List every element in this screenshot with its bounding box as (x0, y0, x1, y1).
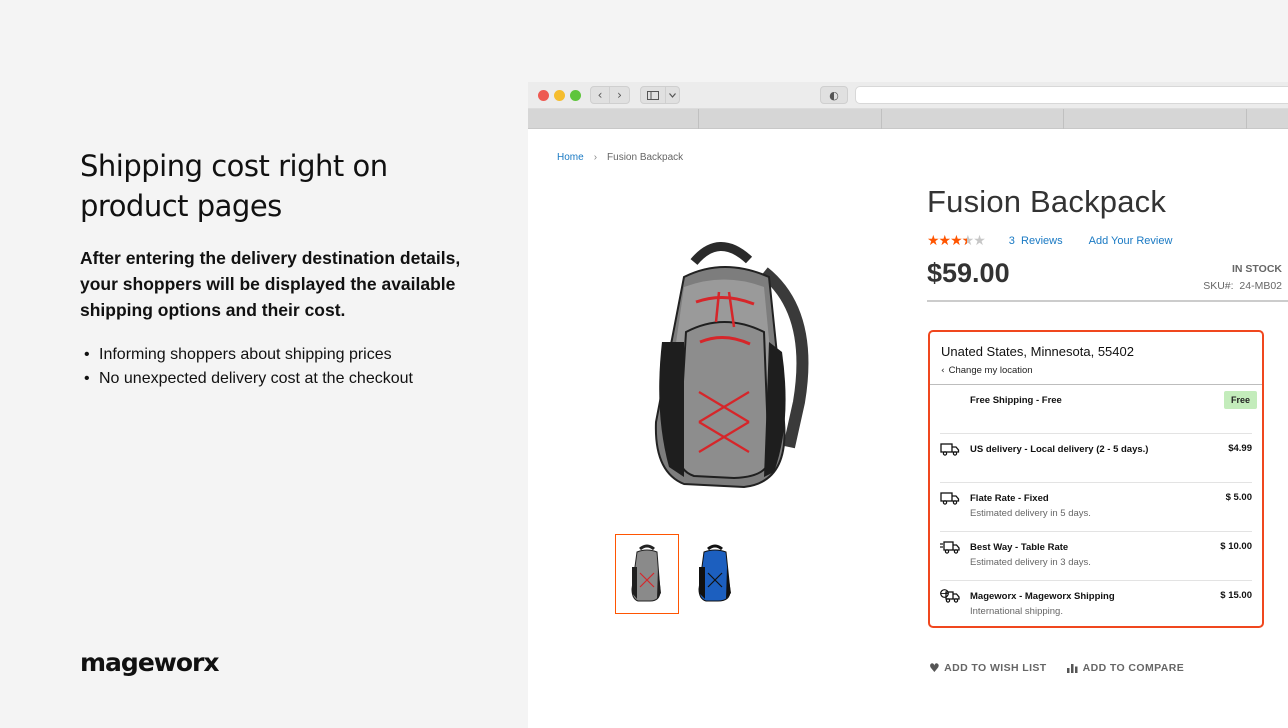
stock-status: IN STOCK (1232, 263, 1282, 275)
zoom-window-button[interactable] (570, 90, 581, 101)
change-location-link[interactable]: ‹ Change my location (941, 365, 1033, 376)
sku-value: 24-MB02 (1239, 280, 1282, 292)
compare-icon (1066, 664, 1078, 673)
promo-bullet-list: Informing shoppers about shipping prices… (80, 343, 413, 391)
shipping-option: US delivery - Local delivery (2 - 5 days… (940, 434, 1252, 483)
product-sku: SKU#: 24-MB02 (1203, 280, 1282, 292)
global-truck-icon (940, 589, 960, 603)
promo-bullet: No unexpected delivery cost at the check… (80, 367, 413, 391)
shipping-location: Unated States, Minnesota, 55402 (941, 344, 1134, 359)
product-actions: ♥ ADD TO WISH LIST ADD TO COMPARE (929, 661, 1184, 675)
tab-divider (1246, 109, 1247, 129)
thumbnail-blue[interactable] (683, 534, 747, 614)
sidebar-dropdown-button[interactable] (665, 86, 680, 104)
shipping-option: Mageworx - Mageworx Shipping Internation… (940, 581, 1252, 630)
shipping-option: Best Way - Table Rate Estimated delivery… (940, 532, 1252, 581)
backpack-gray-thumb-image (631, 544, 661, 602)
mageworx-logo: mageworx (80, 648, 219, 677)
tab-divider (881, 109, 882, 129)
add-to-wishlist-button[interactable]: ♥ ADD TO WISH LIST (929, 661, 1047, 675)
sku-label: SKU#: (1203, 280, 1234, 292)
forward-button[interactable]: › (609, 86, 630, 104)
rating-stars-icon: ★★★★★★ (927, 233, 986, 249)
truck-icon (940, 492, 960, 505)
product-main-image[interactable] (624, 232, 824, 502)
chevron-left-icon: ‹ (941, 366, 945, 376)
address-bar[interactable] (855, 86, 1288, 104)
shipping-option: Free Shipping - Free Free (940, 385, 1257, 434)
shipping-option-price: $ 10.00 (1220, 541, 1252, 552)
add-to-compare-button[interactable]: ADD TO COMPARE (1066, 661, 1185, 675)
shipping-option-title: US delivery - Local delivery (2 - 5 days… (970, 444, 1149, 455)
minimize-window-button[interactable] (554, 90, 565, 101)
wishlist-label: ADD TO WISH LIST (944, 662, 1047, 674)
promo-bullet: Informing shoppers about shipping prices (80, 343, 413, 367)
shipping-estimate-panel: Unated States, Minnesota, 55402 ‹ Change … (928, 330, 1264, 628)
backpack-blue-thumb-image (698, 544, 731, 602)
shipping-option-price: $ 5.00 (1225, 492, 1252, 503)
shipping-option-price: $4.99 (1228, 443, 1252, 454)
change-location-label: Change my location (948, 365, 1033, 376)
shipping-option-title: Best Way - Table Rate (970, 542, 1069, 553)
shipping-option-title: Free Shipping - Free (970, 395, 1062, 406)
browser-tabbar (528, 109, 1288, 129)
truck-icon (940, 443, 960, 456)
promo-title: Shipping cost right on product pages (80, 149, 388, 223)
shipping-option-description: Estimated delivery in 5 days. (970, 508, 1091, 519)
compare-label: ADD TO COMPARE (1082, 662, 1185, 674)
heart-icon: ♥ (929, 661, 941, 675)
tab-divider (698, 109, 699, 129)
reviews-label: Reviews (1021, 235, 1063, 247)
privacy-shield-button[interactable]: ◐ (820, 86, 848, 104)
reviews-count: 3 (1008, 235, 1015, 247)
shipping-option: Flate Rate - Fixed Estimated delivery in… (940, 483, 1252, 532)
shipping-option-description: Estimated delivery in 3 days. (970, 557, 1091, 568)
fast-truck-icon (940, 541, 960, 554)
product-price: $59.00 (927, 258, 1010, 288)
product-rating: ★★★★★★ 3 Reviews Add Your Review (927, 233, 1172, 249)
price-divider (927, 300, 1288, 302)
shipping-option-description: International shipping. (970, 606, 1063, 617)
breadcrumb-separator: › (593, 152, 598, 163)
free-badge: Free (1223, 391, 1257, 409)
reviews-link[interactable]: 3 Reviews (1009, 235, 1063, 247)
shipping-option-price: $ 15.00 (1220, 590, 1252, 601)
product-title: Fusion Backpack (927, 184, 1167, 219)
browser-window: ‹ › ◐ Home › Fusion Backpack Fusion Back… (528, 82, 1288, 728)
promo-description: After entering the delivery destination … (80, 248, 461, 320)
tab-divider (1063, 109, 1064, 129)
sidebar-toggle-button[interactable] (640, 86, 666, 104)
breadcrumb-home-link[interactable]: Home (557, 152, 584, 163)
browser-titlebar: ‹ › ◐ (528, 82, 1288, 109)
breadcrumb: Home › Fusion Backpack (557, 152, 683, 163)
chevron-down-icon (669, 92, 676, 98)
close-window-button[interactable] (538, 90, 549, 101)
sidebar-icon (647, 90, 659, 100)
back-button[interactable]: ‹ (590, 86, 610, 104)
backpack-gray-image (654, 242, 809, 489)
breadcrumb-current: Fusion Backpack (607, 152, 684, 163)
add-review-link[interactable]: Add Your Review (1089, 235, 1173, 247)
shipping-option-title: Mageworx - Mageworx Shipping (970, 591, 1115, 602)
shipping-option-title: Flate Rate - Fixed (970, 493, 1049, 504)
thumbnail-gray[interactable] (615, 534, 679, 614)
